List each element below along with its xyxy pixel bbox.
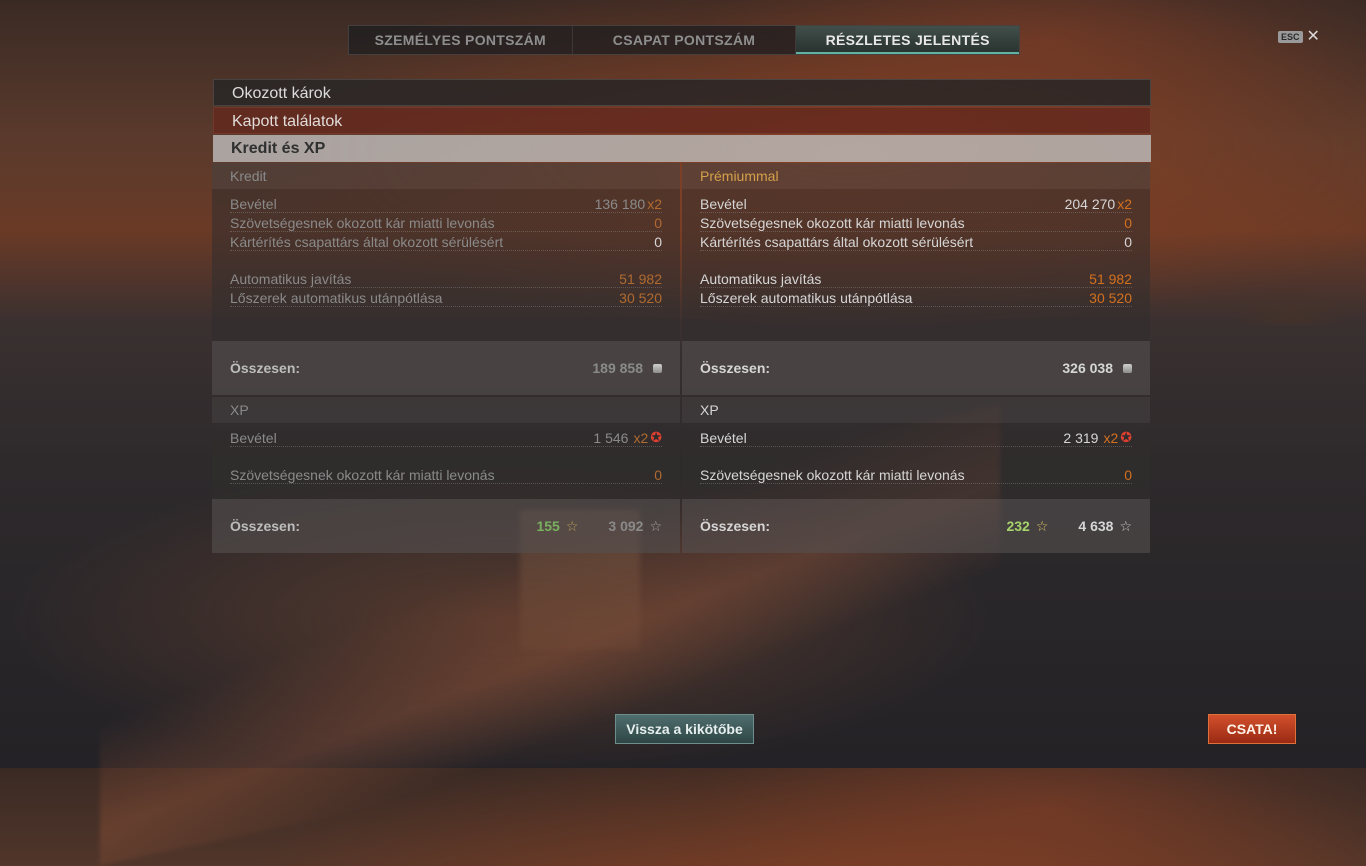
row-label: Szövetségesnek okozott kár miatti levoná…	[700, 215, 965, 231]
credit-panel: Kredit Bevétel 136 180 x2 Szövetségesnek …	[212, 163, 680, 395]
row-label: Bevétel	[700, 196, 747, 212]
row-label: Bevétel	[230, 430, 277, 446]
row-value: 51 982	[619, 271, 662, 287]
row-label: Bevétel	[700, 430, 747, 446]
credit-row-income: Bevétel 136 180 x2	[230, 194, 662, 213]
row-label: Lőszerek automatikus utánpótlása	[700, 290, 913, 306]
multiplier: x2	[647, 196, 662, 212]
multiplier: x2	[633, 429, 649, 446]
section-damage-dealt[interactable]: Okozott károk	[213, 79, 1151, 106]
credit-row-compensation: Kártérítés csapattárs által okozott sérü…	[230, 232, 662, 251]
row-value: 30 520	[1089, 290, 1132, 306]
xp-premium-total: Összesen: 232 ☆ 4 638 ☆	[682, 499, 1150, 553]
total-label: Összesen:	[700, 360, 771, 376]
total-xp-value: 3 092	[608, 518, 644, 534]
premium-row-ally-damage: Szövetségesnek okozott kár miatti levoná…	[700, 213, 1132, 232]
premium-xp-star-icon: ✪	[650, 429, 662, 445]
xp-premium-panel: XP Bevétel 2 319 x2 ✪ Szövetségesnek okozo…	[682, 397, 1150, 553]
premium-row-compensation: Kártérítés csapattárs által okozott sérü…	[700, 232, 1132, 251]
row-label: Automatikus javítás	[230, 271, 352, 287]
row-value: 0	[1124, 234, 1132, 250]
total-label: Összesen:	[700, 518, 771, 534]
premium-panel: Prémiummal Bevétel 204 270 x2 Szövetséges…	[682, 163, 1150, 395]
credits-icon	[1123, 363, 1132, 373]
battle-button[interactable]: CSATA!	[1208, 714, 1296, 744]
total-label: Összesen:	[230, 360, 301, 376]
xp-premium-row-ally-damage: Szövetségesnek okozott kár miatti levoná…	[700, 465, 1132, 484]
row-label: Kártérítés csapattárs által okozott sérü…	[230, 234, 504, 250]
row-label: Szövetségesnek okozott kár miatti levoná…	[230, 467, 495, 483]
premium-xp-star-icon: ✪	[1120, 429, 1132, 445]
close-icon: ✕	[1306, 28, 1320, 45]
xp-premium-panel-title: XP	[682, 397, 1150, 423]
close-button[interactable]: ESC ✕	[1278, 28, 1320, 45]
credit-total: Összesen: 189 858	[212, 341, 680, 395]
section-hits-received[interactable]: Kapott találatok	[213, 107, 1151, 134]
credits-icon	[653, 363, 662, 373]
row-value: 0	[1124, 467, 1132, 483]
row-label: Lőszerek automatikus utánpótlása	[230, 290, 443, 306]
tab-bar: SZEMÉLYES PONTSZÁM CSAPAT PONTSZÁM RÉSZL…	[348, 25, 1020, 55]
xp-panel-title: XP	[212, 397, 680, 423]
tab-detailed-report[interactable]: RÉSZLETES JELENTÉS	[796, 26, 1020, 54]
tab-team-score[interactable]: CSAPAT PONTSZÁM	[573, 26, 797, 54]
xp-row-income: Bevétel 1 546 x2 ✪	[230, 428, 662, 447]
background-island	[1230, 285, 1350, 325]
xp-row-ally-damage: Szövetségesnek okozott kár miatti levoná…	[230, 465, 662, 484]
xp-star-icon: ☆	[1119, 517, 1132, 534]
premium-row-auto-repair: Automatikus javítás 51 982	[700, 269, 1132, 288]
section-credit-xp[interactable]: Kredit és XP	[213, 135, 1151, 162]
row-value: 0	[654, 215, 662, 231]
row-value: 0	[654, 467, 662, 483]
premium-row-auto-resupply: Lőszerek automatikus utánpótlása 30 520	[700, 288, 1132, 307]
row-label: Bevétel	[230, 196, 277, 212]
multiplier: x2	[1103, 429, 1119, 446]
xp-star-icon: ☆	[649, 517, 662, 534]
premium-total: Összesen: 326 038	[682, 341, 1150, 395]
row-value: 0	[654, 234, 662, 250]
multiplier: x2	[1117, 196, 1132, 212]
premium-panel-body: Bevétel 204 270 x2 Szövetségesnek okozott…	[682, 189, 1150, 341]
row-value: 204 270	[1064, 196, 1116, 212]
total-value: 189 858	[592, 360, 643, 376]
esc-key-badge: ESC	[1278, 31, 1303, 43]
credit-row-auto-repair: Automatikus javítás 51 982	[230, 269, 662, 288]
xp-panel: XP Bevétel 1 546 x2 ✪ Szövetségesnek okozo…	[212, 397, 680, 553]
credit-row-auto-resupply: Lőszerek automatikus utánpótlása 30 520	[230, 288, 662, 307]
row-value: 2 319	[1063, 429, 1099, 446]
row-label: Szövetségesnek okozott kár miatti levoná…	[700, 467, 965, 483]
back-to-port-button[interactable]: Vissza a kikötőbe	[615, 714, 754, 744]
total-label: Összesen:	[230, 518, 301, 534]
premium-panel-title: Prémiummal	[682, 163, 1150, 189]
row-value: 51 982	[1089, 271, 1132, 287]
row-value: 1 546	[593, 429, 629, 446]
row-label: Automatikus javítás	[700, 271, 822, 287]
total-xp-value: 4 638	[1078, 518, 1114, 534]
credit-panel-body: Bevétel 136 180 x2 Szövetségesnek okozott…	[212, 189, 680, 341]
credit-row-ally-damage: Szövetségesnek okozott kár miatti levoná…	[230, 213, 662, 232]
total-value: 326 038	[1062, 360, 1113, 376]
xp-panel-body: Bevétel 1 546 x2 ✪ Szövetségesnek okozott …	[212, 423, 680, 499]
ship-xp-value: 232	[1006, 518, 1030, 534]
row-label: Szövetségesnek okozott kár miatti levoná…	[230, 215, 495, 231]
tab-personal-score[interactable]: SZEMÉLYES PONTSZÁM	[349, 26, 573, 54]
row-value: 30 520	[619, 290, 662, 306]
ship-xp-value: 155	[536, 518, 560, 534]
xp-premium-panel-body: Bevétel 2 319 x2 ✪ Szövetségesnek okozott …	[682, 423, 1150, 499]
ship-xp-star-icon: ☆	[1035, 517, 1049, 534]
xp-total: Összesen: 155 ☆ 3 092 ☆	[212, 499, 680, 553]
row-value: 136 180	[594, 196, 646, 212]
premium-row-income: Bevétel 204 270 x2	[700, 194, 1132, 213]
row-label: Kártérítés csapattárs által okozott sérü…	[700, 234, 974, 250]
credit-panel-title: Kredit	[212, 163, 680, 189]
xp-premium-row-income: Bevétel 2 319 x2 ✪	[700, 428, 1132, 447]
row-value: 0	[1124, 215, 1132, 231]
ship-xp-star-icon: ☆	[565, 517, 579, 534]
